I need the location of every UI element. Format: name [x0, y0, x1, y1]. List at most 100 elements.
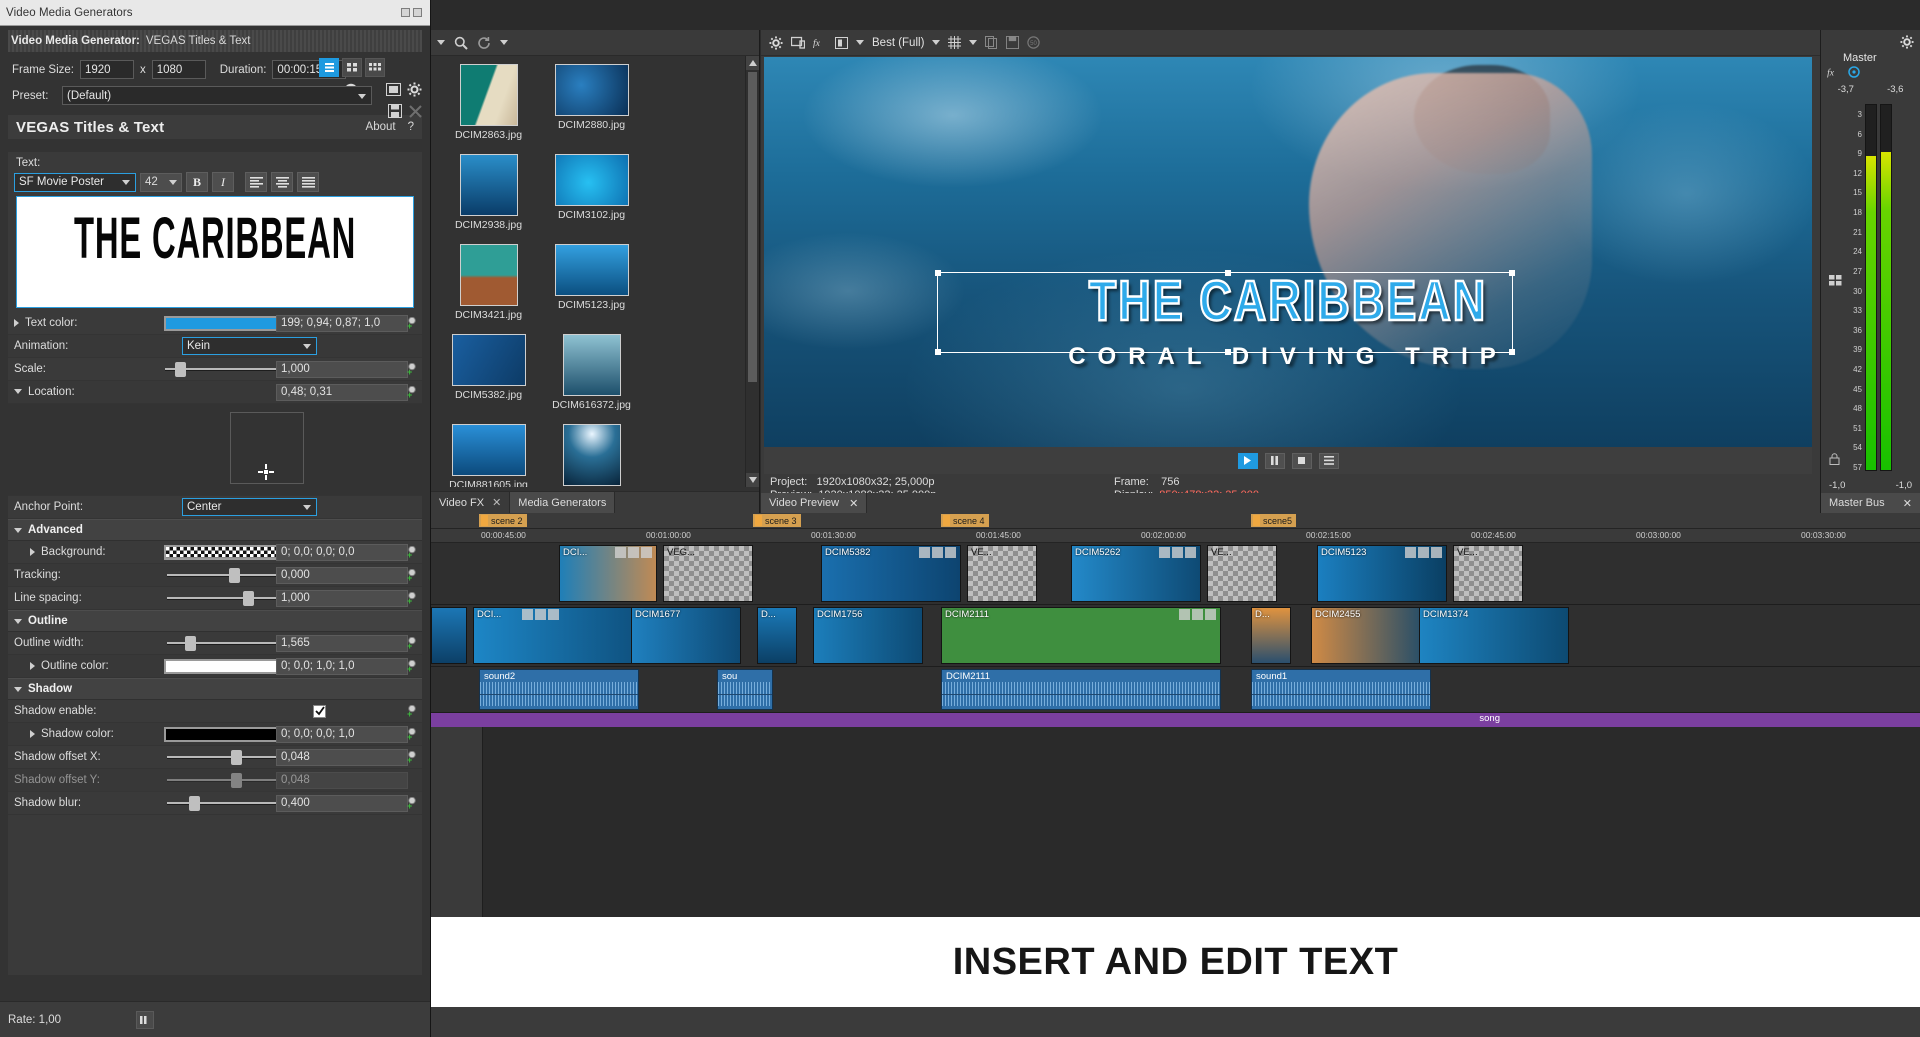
- expander-down-icon[interactable]: [14, 527, 22, 533]
- about-link[interactable]: About: [366, 121, 396, 133]
- expander-down-icon[interactable]: [14, 389, 22, 395]
- timeline-clip[interactable]: DCIM1756: [813, 607, 923, 664]
- param-row-background[interactable]: Background: 0; 0,0; 0,0; 0,0 +: [8, 541, 422, 564]
- frame-width-input[interactable]: [80, 60, 134, 79]
- close-icon[interactable]: ✕: [1903, 497, 1912, 510]
- bold-button[interactable]: B: [186, 172, 208, 192]
- preview-quality-label[interactable]: Best (Full): [872, 37, 924, 49]
- marker[interactable]: scene 2: [479, 514, 527, 527]
- keyframe-icon[interactable]: +: [403, 545, 416, 559]
- timeline-clip[interactable]: D...: [757, 607, 797, 664]
- timeline-clip[interactable]: DCIM5382: [821, 545, 961, 602]
- tab-master-bus[interactable]: Master Bus ✕: [1821, 493, 1920, 513]
- shadow-offset-y-value[interactable]: 0,048: [276, 771, 408, 789]
- shadow-blur-value[interactable]: 0,400: [276, 794, 408, 812]
- timeline-clip[interactable]: VE...: [967, 545, 1037, 602]
- preview-frame-rate-icon[interactable]: 50: [1027, 36, 1041, 49]
- timeline-ruler[interactable]: 00:00:45:00 00:01:00:00 00:01:30:00 00:0…: [431, 529, 1920, 543]
- timeline-clip[interactable]: D...: [1251, 607, 1291, 664]
- split-screen-icon[interactable]: [835, 36, 848, 49]
- timeline-clip[interactable]: DCIM1374: [1419, 607, 1569, 664]
- keyframe-timeline-button[interactable]: [136, 1011, 154, 1029]
- param-row-shadow-color[interactable]: Shadow color: 0; 0,0; 0,0; 1,0 +: [8, 723, 422, 746]
- align-left-button[interactable]: [245, 172, 267, 192]
- thumbnail-item[interactable]: DCIM2880.jpg: [540, 64, 643, 141]
- timeline-tracks[interactable]: DCI... VEG... DCIM5382 VE... DCIM5262 VE…: [431, 543, 1920, 981]
- marker[interactable]: scene 4: [941, 514, 989, 527]
- marker[interactable]: scene5: [1251, 514, 1297, 527]
- window-titlebar[interactable]: Video Media Generators: [0, 0, 430, 26]
- location-pad[interactable]: [8, 404, 422, 496]
- param-row-anchor-point[interactable]: Anchor Point: Center: [8, 496, 422, 519]
- outline-color-value[interactable]: 0; 0,0; 1,0; 1,0: [276, 657, 408, 675]
- thumbnail-image[interactable]: [554, 154, 629, 206]
- shadow-color-swatch[interactable]: [164, 726, 292, 742]
- timeline-clip[interactable]: [431, 607, 467, 664]
- scale-value[interactable]: 1,000: [276, 360, 408, 378]
- chevron-down-icon[interactable]: [969, 40, 978, 45]
- thumbnail-image[interactable]: [459, 244, 518, 306]
- copy-snapshot-icon[interactable]: [985, 36, 998, 49]
- chevron-down-icon[interactable]: [932, 40, 941, 45]
- thumbnail-item[interactable]: DCIM3102.jpg: [540, 154, 643, 231]
- param-row-shadow-enable[interactable]: Shadow enable: +: [8, 700, 422, 723]
- search-icon[interactable]: [454, 36, 468, 50]
- keyframe-icon[interactable]: +: [403, 796, 416, 810]
- section-advanced[interactable]: Advanced: [8, 519, 422, 541]
- thumbnail-image[interactable]: [459, 154, 518, 216]
- keyframe-icon[interactable]: +: [403, 385, 416, 399]
- thumbnail-image[interactable]: [562, 424, 621, 486]
- expander-down-icon[interactable]: [14, 618, 22, 624]
- keyframe-icon[interactable]: +: [403, 316, 416, 330]
- timeline-clip[interactable]: DCIM5262: [1071, 545, 1201, 602]
- shadow-color-value[interactable]: 0; 0,0; 0,0; 1,0: [276, 725, 408, 743]
- shadow-enable-checkbox[interactable]: [313, 704, 326, 718]
- tab-media-generators[interactable]: Media Generators: [510, 492, 616, 513]
- preview-stop-button[interactable]: [1291, 452, 1312, 469]
- location-value[interactable]: 0,48; 0,31: [276, 383, 408, 401]
- close-icon[interactable]: ✕: [849, 497, 858, 510]
- keyframe-icon[interactable]: +: [403, 568, 416, 582]
- tab-video-preview[interactable]: Video Preview ✕: [761, 493, 868, 513]
- save-snapshot-icon[interactable]: [1006, 36, 1020, 49]
- plugin-help-link[interactable]: ?: [408, 121, 414, 133]
- section-outline[interactable]: Outline: [8, 610, 422, 632]
- tab-video-fx[interactable]: Video FX ✕: [431, 492, 511, 513]
- audio-bus-track[interactable]: song: [431, 713, 1920, 727]
- preview-canvas[interactable]: THE CARIBBEAN CORAL DIVING TRIP: [764, 57, 1812, 447]
- keyframe-icon[interactable]: +: [403, 636, 416, 650]
- param-row-tracking[interactable]: Tracking: 0,000 +: [8, 564, 422, 587]
- view-list-button[interactable]: [319, 58, 339, 77]
- thumbnail-item[interactable]: DCIM5382.jpg: [437, 334, 540, 411]
- audio-track-1[interactable]: sound2 sou DCIM2111 sound1: [431, 667, 1920, 713]
- delete-preset-icon[interactable]: [409, 104, 422, 118]
- align-center-button[interactable]: [271, 172, 293, 192]
- thumbnail-image[interactable]: [562, 334, 621, 396]
- scroll-up-button[interactable]: [746, 56, 759, 70]
- view-detail-button[interactable]: [365, 58, 385, 77]
- timeline-markers[interactable]: scene 2 scene 3 scene 4 scene5: [431, 513, 1920, 529]
- param-row-line-spacing[interactable]: Line spacing: 1,000 +: [8, 587, 422, 610]
- preview-menu-button[interactable]: [1318, 452, 1339, 469]
- font-size-select[interactable]: 42: [140, 172, 182, 192]
- grid-overlay-icon[interactable]: [948, 36, 962, 49]
- expander-right-icon[interactable]: [30, 661, 35, 670]
- anchor-point-select[interactable]: Center: [182, 498, 317, 516]
- preset-select[interactable]: (Default): [62, 86, 372, 105]
- marker[interactable]: scene 3: [753, 514, 801, 527]
- thumbnail-item[interactable]: DCIM881605.jpg: [437, 424, 540, 487]
- param-row-location[interactable]: Location: 0,48; 0,31 +: [8, 381, 422, 404]
- explorer-scrollbar[interactable]: [745, 56, 759, 487]
- expander-right-icon[interactable]: [30, 547, 35, 556]
- master-bus-meters[interactable]: 3 6 9 12 15 18 21 24 27 30 33 36 39 42 45 48 51 54 57: [1843, 104, 1901, 472]
- preview-selection-box[interactable]: [934, 269, 1516, 356]
- font-family-select[interactable]: SF Movie Poster: [14, 172, 136, 192]
- keyframe-icon[interactable]: +: [403, 704, 416, 718]
- bus-device-icon[interactable]: [1847, 66, 1861, 78]
- keyframe-icon[interactable]: +: [403, 727, 416, 741]
- chevron-down-icon[interactable]: [437, 40, 445, 45]
- text-color-value[interactable]: 199; 0,94; 0,87; 1,0: [276, 314, 408, 332]
- param-row-outline-width[interactable]: Outline width: 1,565 +: [8, 632, 422, 655]
- view-mode-buttons[interactable]: [319, 58, 385, 77]
- preview-pause-button[interactable]: [1264, 452, 1285, 469]
